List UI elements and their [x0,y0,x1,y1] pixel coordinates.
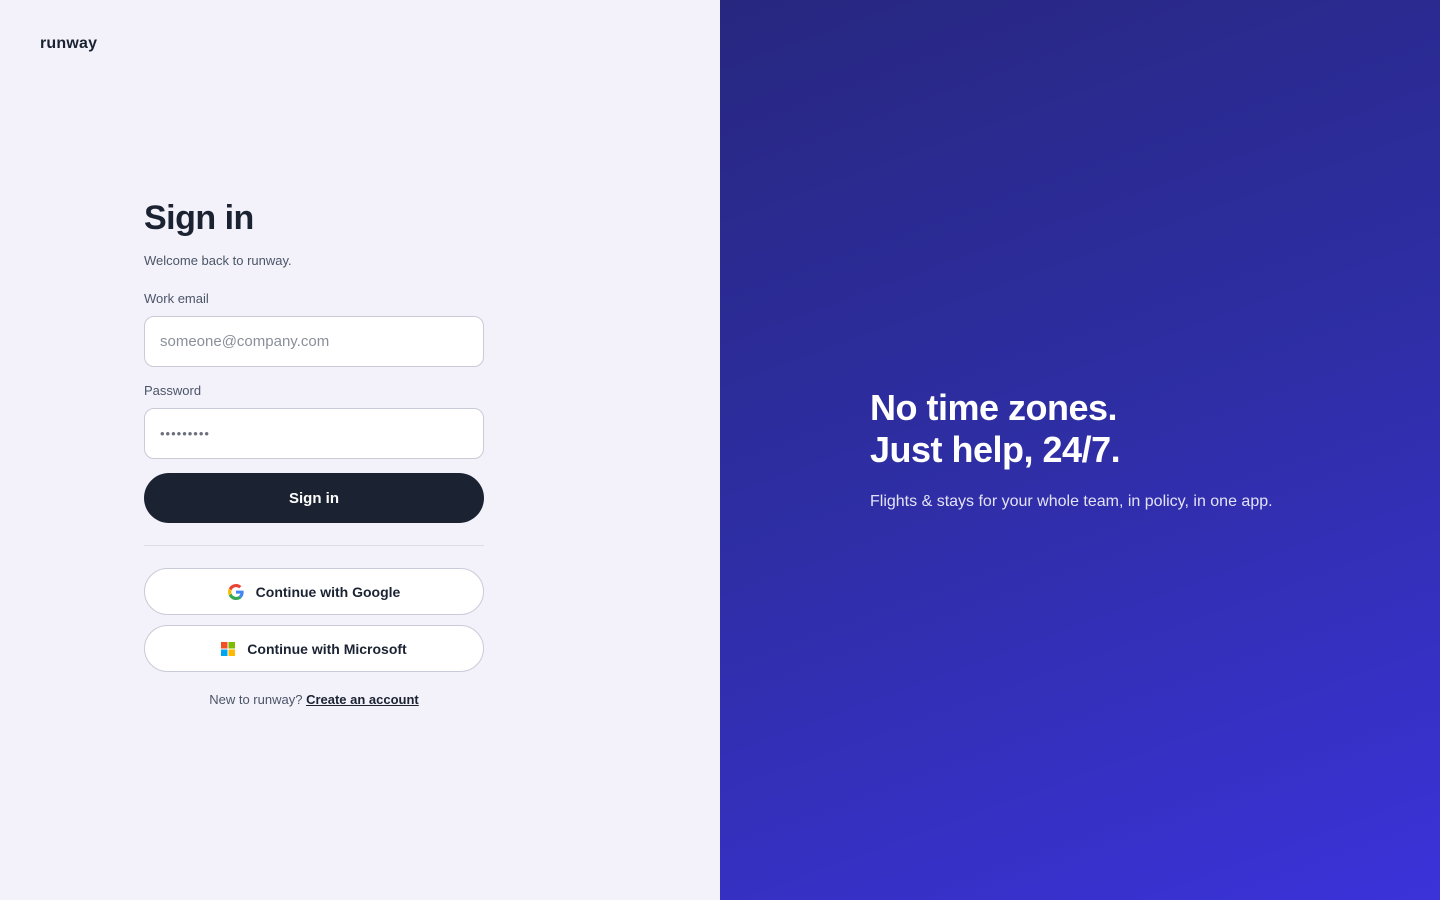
divider [144,545,484,546]
hero-headline-line2: Just help, 24/7. [870,429,1121,470]
email-label: Work email [144,291,209,306]
hero-headline-line1: No time zones. [870,387,1118,428]
microsoft-icon [221,641,236,656]
email-field[interactable] [144,316,484,367]
page-title: Sign in [144,199,254,237]
google-button-label: Continue with Google [255,583,401,600]
google-signin-button[interactable]: Continue with Google [144,568,484,615]
password-field[interactable] [144,408,484,459]
create-account-link[interactable]: Create an account [306,692,419,707]
hero-content: No time zones. Just help, 24/7. Flights … [870,387,1273,511]
microsoft-signin-button[interactable]: Continue with Microsoft [144,625,484,672]
hero-tagline: Flights & stays for your whole team, in … [870,493,1273,510]
brand-logo[interactable]: runway [40,35,97,53]
signin-form: Sign in Welcome back to runway. Work ema… [144,197,484,707]
signup-prompt: New to runway? Create an account [144,692,484,707]
signin-button[interactable]: Sign in [144,473,484,523]
microsoft-button-label: Continue with Microsoft [247,640,407,657]
google-icon [227,583,244,600]
signup-prompt-text: New to runway? [209,692,303,707]
hero-headline: No time zones. Just help, 24/7. [870,387,1273,471]
password-label: Password [144,383,202,398]
auth-panel: runway Sign in Welcome back to runway. W… [0,0,720,900]
hero-panel: No time zones. Just help, 24/7. Flights … [720,0,1440,900]
page-subtitle: Welcome back to runway. [144,253,292,268]
